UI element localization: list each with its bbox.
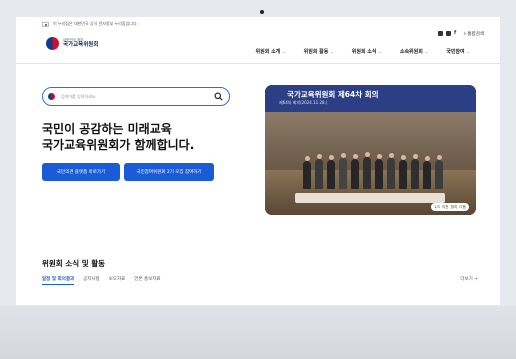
tab-press[interactable]: 보도자료	[109, 276, 126, 285]
nav-item-activity[interactable]: 위원회 활동 ⌄	[304, 48, 334, 55]
next-slide-button[interactable]: 다음	[459, 205, 465, 210]
nav-label: 위원회 활동	[303, 49, 329, 55]
nav-item-participation[interactable]: 국민참여 ⌄	[446, 48, 470, 55]
headline-line-2: 국가교육위원회가 함께합니다.	[42, 138, 195, 152]
person-figure	[315, 154, 323, 189]
slide-counter: 1/3	[434, 205, 440, 209]
nav-item-news[interactable]: 위원회 소식 ⌄	[352, 48, 382, 55]
chevron-down-icon: ⌄	[378, 49, 382, 54]
search-icon[interactable]	[213, 91, 224, 102]
prev-slide-button[interactable]: 이전	[442, 205, 448, 210]
section-title: 위원회 소식 및 활동	[42, 259, 106, 268]
youtube-icon[interactable]	[446, 31, 451, 36]
person-figure	[435, 155, 443, 189]
nav-item-committees[interactable]: 소속위원회 ⌄	[400, 48, 428, 55]
pause-slide-button[interactable]: 정지	[451, 205, 457, 210]
gov-notice-text: 이 누리집은 대한민국 공식 전자정부 누리집입니다.	[53, 21, 138, 26]
tab-media[interactable]: 언론 홍보자료	[134, 276, 160, 285]
opinion-platform-button[interactable]: 국민의견 플랫폼 바로가기	[42, 163, 120, 181]
search-input[interactable]: 검색어를 입력하세요	[61, 94, 213, 100]
nav-label: 위원회 소개	[255, 49, 281, 55]
person-figure	[423, 156, 431, 189]
facebook-icon[interactable]: f	[454, 31, 458, 36]
person-figure	[375, 154, 383, 189]
camera-dot	[260, 10, 264, 14]
person-figure	[363, 152, 371, 189]
desk-surface	[0, 306, 516, 359]
util-search-label: 통합검색	[467, 32, 484, 37]
korea-flag-icon	[42, 21, 49, 27]
person-figure	[387, 153, 395, 189]
news-tabs: 일정 및 회의결과 공지사항 보도자료 언론 홍보자료	[42, 276, 161, 285]
nav-label: 위원회 소식	[351, 49, 377, 55]
logo-title: 국가교육위원회	[63, 42, 99, 48]
person-figure	[351, 154, 359, 189]
site-logo[interactable]: 대한민국 정부 국가교육위원회	[46, 37, 98, 50]
main-search-box[interactable]: 검색어를 입력하세요	[42, 87, 230, 106]
tab-schedule[interactable]: 일정 및 회의결과	[42, 276, 75, 285]
person-figure	[399, 155, 407, 189]
more-link[interactable]: 더보기 +	[460, 276, 478, 282]
person-figure	[339, 153, 347, 189]
chevron-down-icon: ⌄	[282, 49, 286, 54]
person-figure	[303, 156, 311, 189]
participation-recruit-button[interactable]: 국민참여위원회 2기 모집 참여하기	[124, 163, 214, 181]
chevron-down-icon: ⌄	[424, 49, 429, 54]
hero-banner-subtitle: 제64차 회의(2024.11.28.)	[279, 100, 328, 105]
hero-headline: 국민이 공감하는 미래교육 국가교육위원회가 함께합니다.	[42, 121, 194, 153]
browser-viewport: 이 누리집은 대한민국 공식 전자정부 누리집입니다. 대한민국 정부 국가교육…	[16, 17, 500, 305]
nav-item-intro[interactable]: 위원회 소개 ⌄	[256, 48, 286, 55]
util-search-link[interactable]: ⌕ 통합검색	[463, 31, 484, 37]
person-figure	[411, 154, 419, 189]
meeting-table	[295, 193, 445, 203]
gov-notice-bar: 이 누리집은 대한민국 공식 전자정부 누리집입니다.	[42, 19, 138, 29]
person-figure	[327, 155, 335, 189]
search-small-icon: ⌕	[463, 32, 466, 37]
nav-label: 국민참여	[446, 49, 465, 55]
main-nav: 위원회 소개 ⌄ 위원회 활동 ⌄ 위원회 소식 ⌄ 소속위원회 ⌄ 국민참여 ⌄	[256, 48, 470, 55]
hero-banner: 국가교육위원회 제64차 회의 제64차 회의(2024.11.28.)	[265, 85, 476, 112]
header-divider	[16, 63, 500, 64]
headline-line-1: 국민이 공감하는 미래교육	[42, 122, 172, 136]
gov-emblem-icon	[46, 37, 59, 50]
sns-links: f	[438, 31, 458, 36]
hero-slide-image[interactable]: 국가교육위원회 제64차 회의 제64차 회의(2024.11.28.) 1/3…	[265, 85, 476, 215]
chevron-down-icon: ⌄	[330, 49, 334, 54]
slide-controls: 1/3 이전 정지 다음	[431, 203, 469, 211]
blog-icon[interactable]	[438, 31, 443, 36]
hero-banner-title: 국가교육위원회 제64차 회의	[287, 90, 379, 99]
chevron-down-icon: ⌄	[466, 49, 470, 54]
gov-emblem-icon	[48, 93, 55, 100]
nav-label: 소속위원회	[399, 49, 423, 55]
tab-notices[interactable]: 공지사항	[83, 276, 100, 285]
